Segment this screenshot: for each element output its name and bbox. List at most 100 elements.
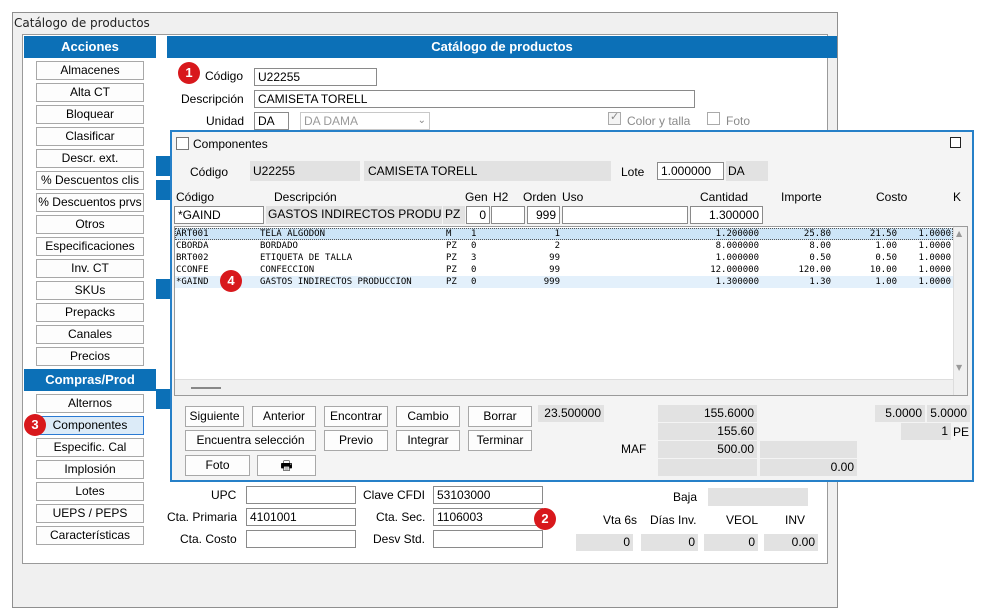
terminar-button[interactable]: Terminar: [468, 430, 532, 451]
edit-cantidad-field[interactable]: 1.300000: [690, 206, 763, 224]
foto-checkbox[interactable]: [707, 112, 720, 125]
desv-std-field[interactable]: [433, 530, 543, 548]
table-row[interactable]: *GAIND GASTOS INDIRECTOS PRODUCCION PZ 0 999…: [175, 276, 953, 288]
cta-sec-label: Cta. Sec.: [376, 510, 426, 524]
lotes-button[interactable]: Lotes: [36, 482, 144, 501]
componentes-grid[interactable]: ART001 TELA ALGODON M 1 1 1.200000 25.80 21.50 1…: [174, 226, 968, 396]
section-tab[interactable]: [156, 180, 170, 200]
hscroll-thumb[interactable]: [191, 387, 221, 389]
upc-field[interactable]: [246, 486, 356, 504]
ueps-peps-button[interactable]: UEPS / PEPS: [36, 504, 144, 523]
check-icon: ✓: [610, 110, 620, 123]
integrar-button[interactable]: Integrar: [396, 430, 460, 451]
inv-ct-button[interactable]: Inv. CT: [36, 259, 144, 278]
edit-gen-field[interactable]: 0: [466, 206, 490, 224]
especificaciones-button[interactable]: Especificaciones: [36, 237, 144, 256]
grid-hscrollbar[interactable]: [175, 379, 953, 395]
descr-ext-button[interactable]: Descr. ext.: [36, 149, 144, 168]
cell-gen: 0: [471, 265, 477, 275]
cta-costo-field[interactable]: [246, 530, 356, 548]
anterior-button[interactable]: Anterior: [252, 406, 316, 427]
cta-primaria-field[interactable]: 4101001: [246, 508, 356, 526]
cell-descripcion: CONFECCION: [260, 265, 315, 275]
printer-icon: 🖶: [280, 458, 293, 473]
componentes-checkbox[interactable]: [176, 137, 189, 150]
cell-importe: 25.80: [803, 229, 831, 239]
grid-scrollbar[interactable]: ▲ ▼: [953, 227, 967, 395]
cell-k: 1.0000: [918, 253, 951, 263]
col-costo: Costo: [876, 190, 908, 204]
descuentos-clis-button[interactable]: % Descuentos clis: [36, 171, 144, 190]
cell-costo: 21.50: [869, 229, 897, 239]
descripcion-field[interactable]: CAMISETA TORELL: [254, 90, 695, 108]
scroll-up-icon[interactable]: ▲: [956, 229, 962, 238]
section-tab[interactable]: [156, 389, 170, 409]
table-row[interactable]: ART001 TELA ALGODON M 1 1 1.200000 25.80 21.50 1…: [175, 228, 953, 240]
cell-cantidad: 12.000000: [710, 265, 759, 275]
implosion-button[interactable]: Implosión: [36, 460, 144, 479]
prepacks-button[interactable]: Prepacks: [36, 303, 144, 322]
otros-button[interactable]: Otros: [36, 215, 144, 234]
edit-uso-field[interactable]: [562, 206, 688, 224]
scroll-down-icon[interactable]: ▼: [956, 363, 962, 372]
color-talla-label: Color y talla: [627, 114, 691, 128]
cell-cantidad: 1.200000: [715, 229, 759, 239]
section-tab[interactable]: [156, 156, 170, 176]
cell-cantidad: 1.000000: [715, 253, 759, 263]
popup-descripcion-value: CAMISETA TORELL: [364, 161, 611, 181]
alternos-button[interactable]: Alternos: [36, 394, 144, 413]
callout-badge-4: 4: [220, 270, 242, 292]
encontrar-button[interactable]: Encontrar: [324, 406, 388, 427]
cell-unidad: PZ: [446, 277, 457, 287]
codigo-field[interactable]: U22255: [254, 68, 377, 86]
foto-button[interactable]: Foto: [185, 455, 250, 476]
edit-orden-field[interactable]: 999: [527, 206, 560, 224]
section-tab[interactable]: [156, 279, 170, 299]
cta-sec-field[interactable]: 1106003: [433, 508, 543, 526]
unidad-field[interactable]: DA: [254, 112, 289, 130]
cta-costo-label: Cta. Costo: [180, 532, 237, 546]
borrar-button[interactable]: Borrar: [468, 406, 532, 427]
col-importe: Importe: [781, 190, 822, 204]
cell-importe: 120.00: [798, 265, 831, 275]
cell-k: 1.0000: [918, 241, 951, 251]
codigo-label: Código: [205, 69, 244, 83]
cell-k: 1.0000: [918, 265, 951, 275]
skus-button[interactable]: SKUs: [36, 281, 144, 300]
cell-gen: 0: [471, 277, 477, 287]
encuentra-seleccion-button[interactable]: Encuentra selección: [185, 430, 316, 451]
table-row[interactable]: BRT002 ETIQUETA DE TALLA PZ 3 99 1.000000 0.50…: [175, 252, 953, 264]
componentes-button[interactable]: Componentes: [36, 416, 144, 435]
maf-label: MAF: [621, 442, 647, 456]
previo-button[interactable]: Previo: [324, 430, 388, 451]
componentes-title: Componentes: [193, 137, 268, 151]
edit-codigo-field[interactable]: *GAIND: [174, 206, 264, 224]
caracteristicas-button[interactable]: Características: [36, 526, 144, 545]
especific-cal-button[interactable]: Especific. Cal: [36, 438, 144, 457]
cell-orden: 99: [549, 253, 560, 263]
cambio-button[interactable]: Cambio: [396, 406, 460, 427]
clasificar-button[interactable]: Clasificar: [36, 127, 144, 146]
almacenes-button[interactable]: Almacenes: [36, 61, 144, 80]
precios-button[interactable]: Precios: [36, 347, 144, 366]
col-cantidad: Cantidad: [700, 190, 749, 204]
unidad-select[interactable]: DA DAMA ⌄: [300, 112, 430, 130]
siguiente-button[interactable]: Siguiente: [185, 406, 244, 427]
clave-cfdi-field[interactable]: 53103000: [433, 486, 543, 504]
descuentos-prvs-button[interactable]: % Descuentos prvs: [36, 193, 144, 212]
color-talla-checkbox[interactable]: ✓: [608, 110, 621, 125]
canales-button[interactable]: Canales: [36, 325, 144, 344]
table-row[interactable]: CCONFE CONFECCION PZ 0 99 12.000000 120.00 10.0…: [175, 264, 953, 276]
lote-field[interactable]: 1.000000: [657, 162, 724, 180]
bloquear-button[interactable]: Bloquear: [36, 105, 144, 124]
blank-total: [658, 459, 757, 476]
cell-orden: 2: [554, 241, 560, 251]
callout-badge-2: 2: [534, 508, 556, 530]
print-button[interactable]: 🖶: [257, 455, 316, 476]
cta-primaria-label: Cta. Primaria: [167, 510, 238, 524]
maximize-icon[interactable]: [950, 137, 961, 148]
alta-ct-button[interactable]: Alta CT: [36, 83, 144, 102]
table-row[interactable]: CBORDA BORDADO PZ 0 2 8.000000 8.00 1.00 1.0000: [175, 240, 953, 252]
cell-cantidad: 1.300000: [715, 277, 759, 287]
edit-h2-field[interactable]: [491, 206, 525, 224]
